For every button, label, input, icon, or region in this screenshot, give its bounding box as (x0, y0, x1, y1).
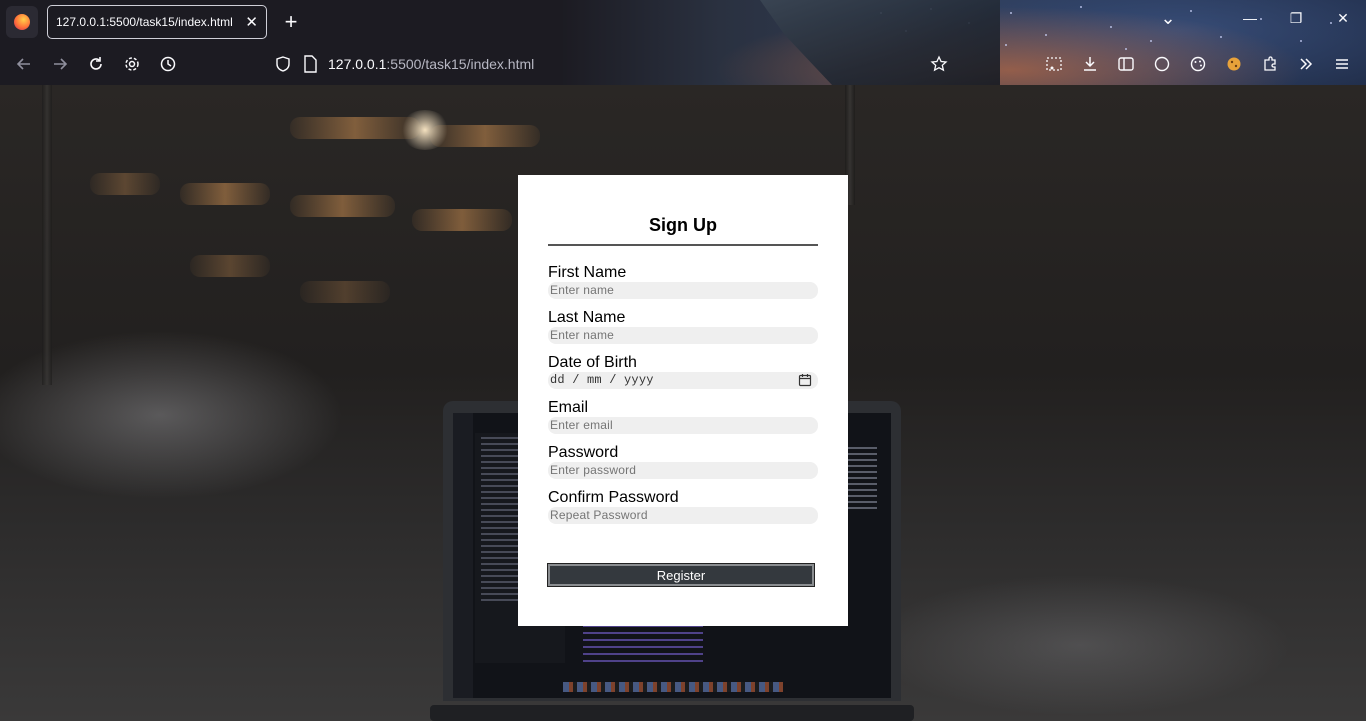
confirm-password-input[interactable]: Repeat Password (548, 507, 818, 524)
shield-icon[interactable] (274, 55, 292, 73)
email-label: Email (548, 399, 589, 416)
hamburger-menu-icon[interactable] (1332, 54, 1352, 74)
tab-close-icon[interactable]: ✕ (245, 13, 258, 31)
password-input[interactable]: Enter password (548, 462, 818, 479)
laptop-base (430, 705, 914, 721)
close-window-icon[interactable]: ✕ (1333, 10, 1353, 27)
first-name-label: First Name (548, 264, 627, 281)
gear-icon[interactable] (122, 54, 142, 74)
minimize-icon[interactable]: — (1240, 10, 1260, 26)
downloads-icon[interactable] (1080, 54, 1100, 74)
fence-light (412, 209, 512, 231)
form-title: Sign Up (548, 215, 818, 246)
email-input[interactable]: Enter email (548, 417, 818, 434)
last-name-input[interactable]: Enter name (548, 327, 818, 344)
confirm-password-field-group: Confirm Password Repeat Password (548, 489, 818, 524)
url-host: 127.0.0.1 (328, 56, 387, 72)
password-label: Password (548, 444, 619, 461)
list-all-tabs-icon[interactable]: ⌄ (1158, 8, 1178, 29)
firefox-menu-icon[interactable] (6, 6, 38, 38)
tab-active[interactable]: 127.0.0.1:5500/task15/index.html ✕ (47, 5, 267, 39)
extension-palette-icon[interactable] (1188, 54, 1208, 74)
last-name-label: Last Name (548, 309, 626, 326)
tab-title: 127.0.0.1:5500/task15/index.html (56, 15, 233, 29)
overflow-chevrons-icon[interactable] (1296, 54, 1316, 74)
dob-input[interactable]: dd / mm / yyyy (548, 372, 818, 389)
dob-field-group: Date of Birth dd / mm / yyyy (548, 354, 818, 389)
first-name-field-group: First Name Enter name (548, 264, 818, 299)
first-name-input[interactable]: Enter name (548, 282, 818, 299)
screenshot-icon[interactable] (1044, 54, 1064, 74)
account-circle-icon[interactable] (1152, 54, 1172, 74)
url-bar[interactable]: 127.0.0.1:5500/task15/index.html (266, 50, 956, 78)
cookie-extension-icon[interactable] (1224, 54, 1244, 74)
dob-label: Date of Birth (548, 354, 637, 371)
page-info-icon[interactable] (302, 55, 318, 73)
lamp-glow (400, 110, 450, 150)
url-path: :5500/task15/index.html (386, 56, 535, 72)
fence-light (180, 183, 270, 205)
sidebar-icon[interactable] (1116, 54, 1136, 74)
fence-light (290, 195, 395, 217)
fence-light (90, 173, 160, 195)
fence-light (300, 281, 390, 303)
password-field-group: Password Enter password (548, 444, 818, 479)
restore-icon[interactable]: ❐ (1286, 10, 1306, 27)
email-field-group: Email Enter email (548, 399, 818, 434)
register-button[interactable]: Register (547, 563, 815, 587)
history-clock-icon[interactable] (158, 54, 178, 74)
fence-light (190, 255, 270, 277)
new-tab-button[interactable]: + (280, 9, 302, 35)
bookmark-star-icon[interactable] (929, 54, 949, 74)
last-name-field-group: Last Name Enter name (548, 309, 818, 344)
back-arrow-icon[interactable] (14, 54, 34, 74)
fence-post (42, 85, 52, 385)
dob-placeholder: dd / mm / yyyy (550, 373, 654, 387)
extensions-puzzle-icon[interactable] (1260, 54, 1280, 74)
browser-chrome: 127.0.0.1:5500/task15/index.html ✕ + ⌄ —… (0, 0, 1366, 85)
reload-icon[interactable] (86, 54, 106, 74)
confirm-password-label: Confirm Password (548, 489, 679, 506)
calendar-icon[interactable] (798, 373, 812, 387)
forward-arrow-icon[interactable] (50, 54, 70, 74)
signup-form: Sign Up First Name Enter name Last Name … (518, 175, 848, 626)
